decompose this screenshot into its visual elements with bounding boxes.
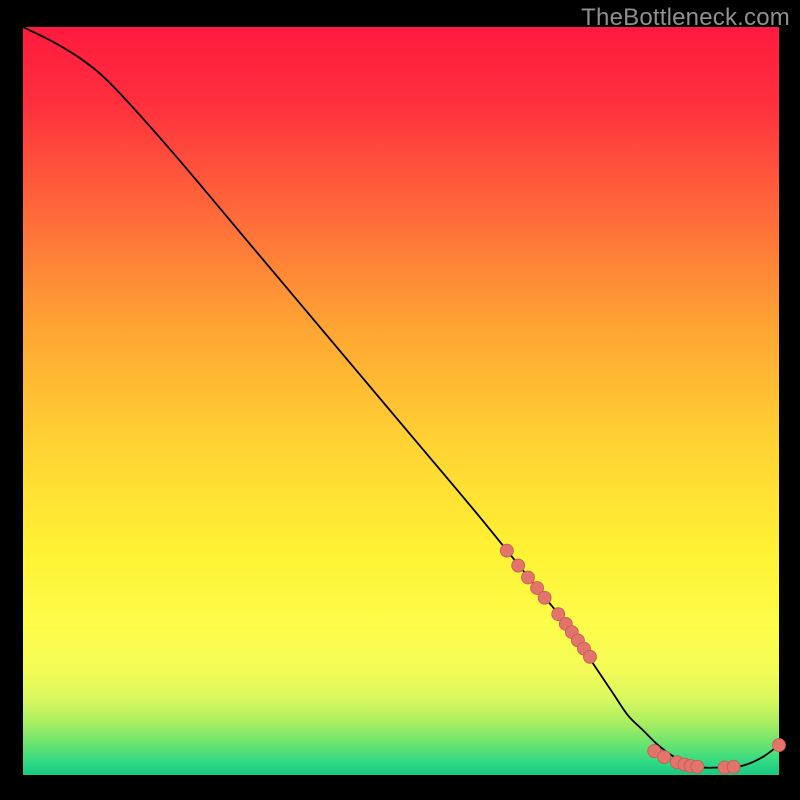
data-marker bbox=[584, 650, 597, 663]
data-marker bbox=[538, 591, 551, 604]
plot-background bbox=[23, 27, 779, 775]
data-marker bbox=[512, 559, 525, 572]
data-marker bbox=[727, 760, 740, 773]
chart-container: TheBottleneck.com bbox=[0, 0, 800, 800]
watermark-text: TheBottleneck.com bbox=[581, 4, 790, 32]
data-marker bbox=[773, 739, 786, 752]
chart-svg bbox=[0, 0, 800, 800]
data-marker bbox=[522, 571, 535, 584]
data-marker bbox=[658, 751, 671, 764]
data-marker bbox=[500, 544, 513, 557]
data-marker bbox=[691, 760, 704, 773]
